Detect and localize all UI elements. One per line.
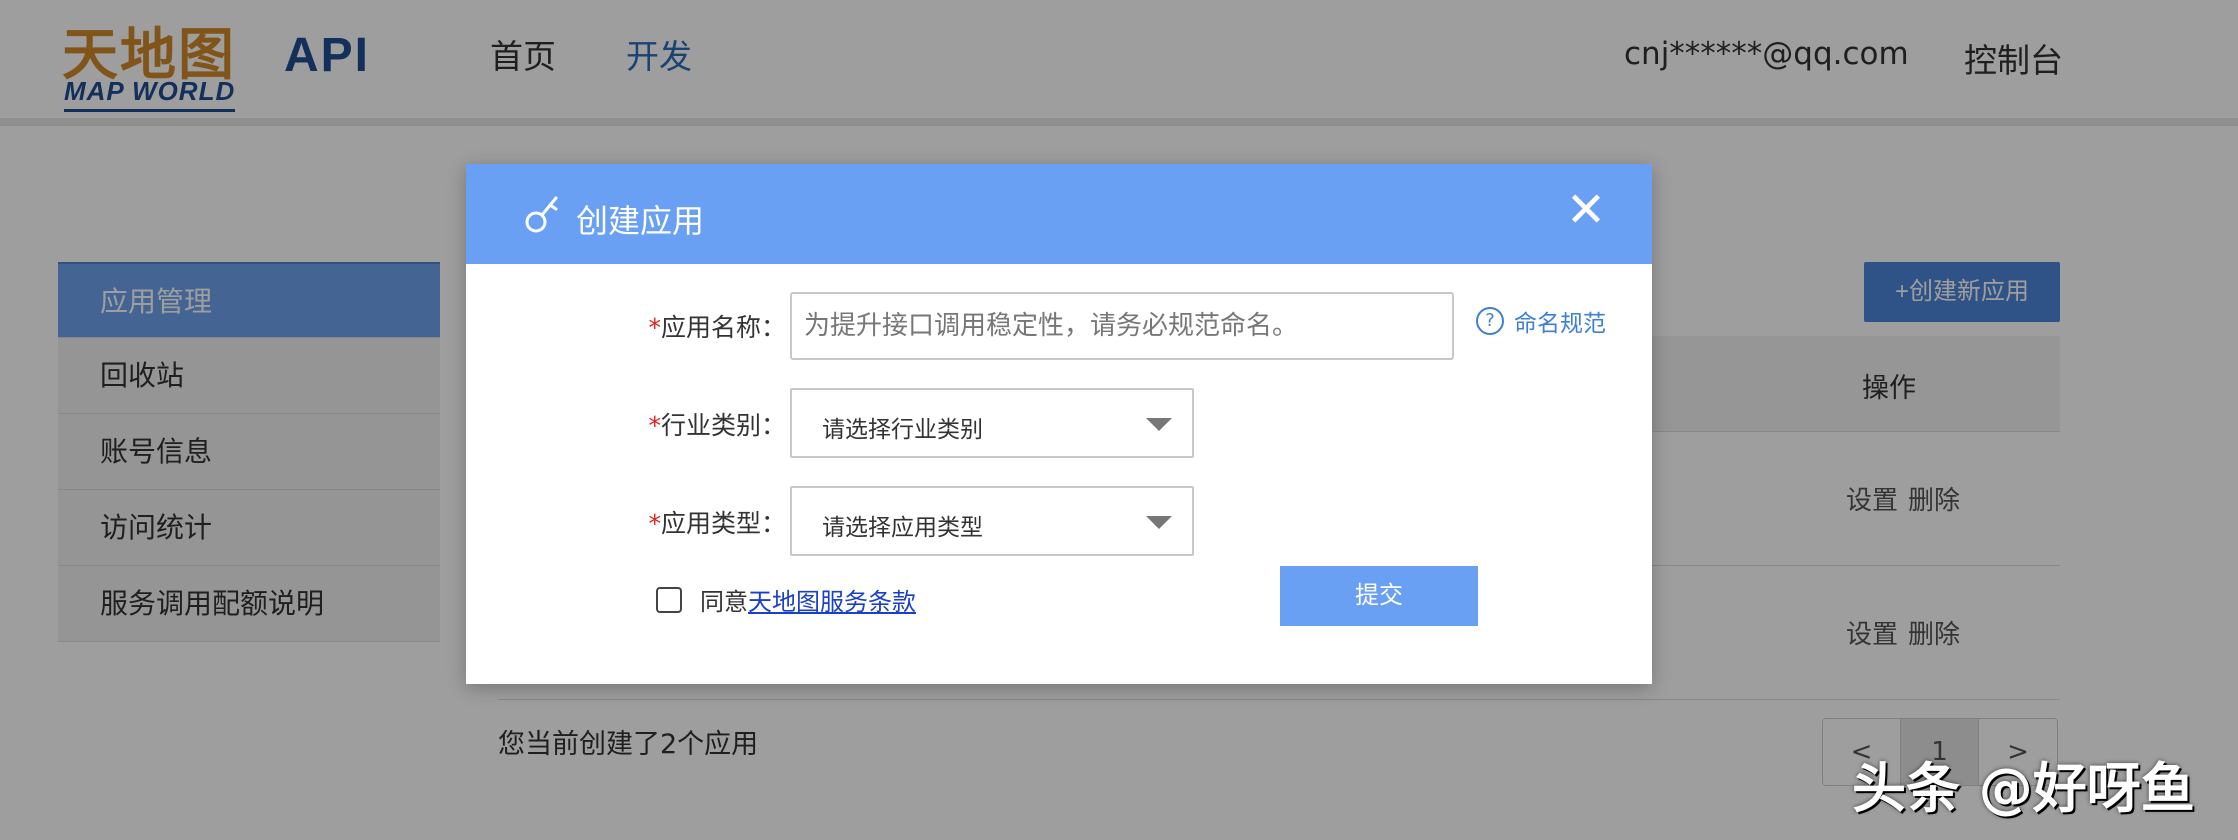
- chevron-down-icon: [1146, 418, 1172, 431]
- agree-prefix: 同意: [700, 588, 748, 616]
- key-icon: [525, 196, 558, 233]
- required-mark: *: [648, 313, 661, 342]
- agree-checkbox[interactable]: [656, 586, 682, 613]
- terms-link[interactable]: 天地图服务条款: [748, 582, 916, 617]
- app-name-input[interactable]: [790, 292, 1454, 360]
- create-app-dialog: 创建应用 ✕ *应用名称： ? 命名规范 *行业类别： 请选择行业类别 *应用类…: [466, 164, 1652, 684]
- required-mark: *: [648, 509, 661, 538]
- chevron-down-icon: [1146, 516, 1172, 529]
- industry-select[interactable]: 请选择行业类别: [790, 388, 1194, 458]
- app-type-select[interactable]: 请选择应用类型: [790, 486, 1194, 556]
- watermark: 头条 @好呀鱼: [1852, 757, 2195, 820]
- naming-rule-link[interactable]: ? 命名规范: [1476, 304, 1606, 338]
- app-type-select-value: 请选择应用类型: [822, 515, 983, 541]
- dialog-header: 创建应用 ✕: [466, 164, 1652, 264]
- app-type-label: *应用类型：: [648, 509, 786, 538]
- help-icon: ?: [1476, 307, 1504, 335]
- naming-rule-text: 命名规范: [1514, 311, 1606, 337]
- terms-agreement: 同意 天地图服务条款: [656, 582, 916, 617]
- close-icon[interactable]: ✕: [1558, 182, 1614, 238]
- dialog-title: 创建应用: [576, 202, 705, 240]
- submit-button[interactable]: 提交: [1280, 566, 1478, 626]
- required-mark: *: [648, 411, 661, 440]
- app-name-label: *应用名称：: [648, 313, 786, 342]
- industry-select-value: 请选择行业类别: [822, 417, 983, 443]
- industry-label: *行业类别：: [648, 411, 786, 440]
